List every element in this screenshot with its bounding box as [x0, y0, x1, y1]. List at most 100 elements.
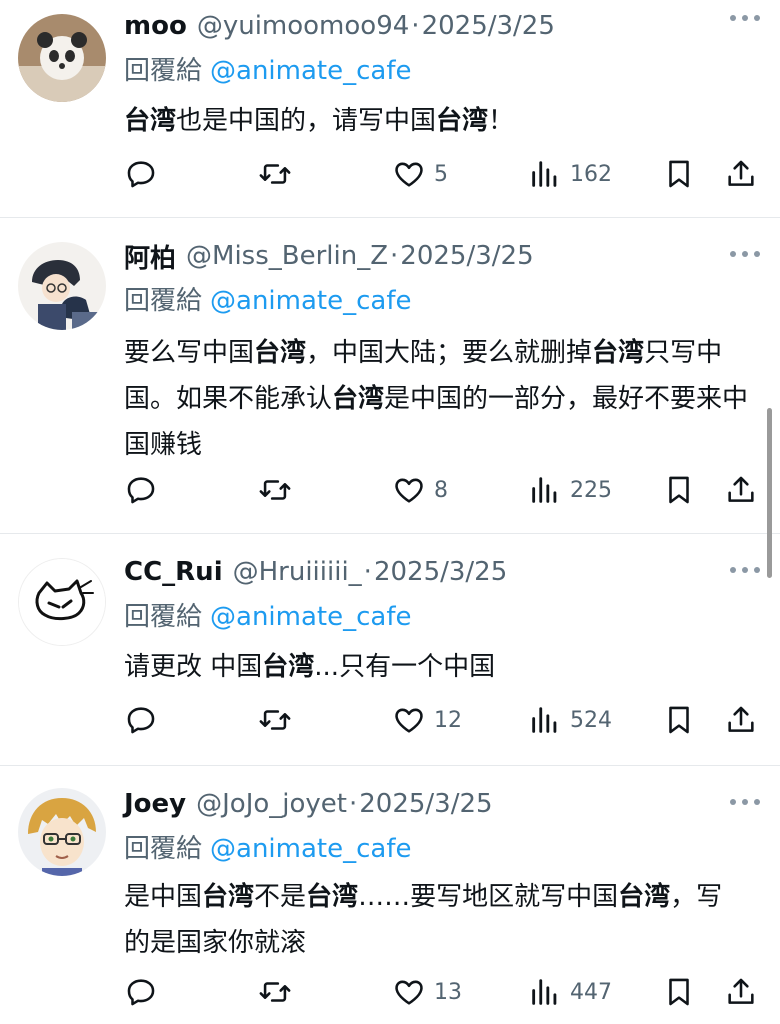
- tweet[interactable]: 阿柏 @Miss_Berlin_Z · 2025/3/25 回覆給 @animat…: [0, 218, 780, 534]
- highlighted-keyword: 台湾: [202, 882, 255, 912]
- user-handle[interactable]: @Miss_Berlin_Z: [186, 241, 388, 271]
- reply-button[interactable]: [124, 470, 158, 510]
- bookmark-icon: [669, 160, 689, 188]
- separator-dot: ·: [411, 11, 420, 41]
- highlighted-keyword: 台湾: [618, 882, 671, 912]
- share-button[interactable]: [724, 972, 758, 1012]
- bookmark-button[interactable]: [662, 154, 696, 194]
- text-segment: 也是中国的，请写中国: [176, 106, 437, 136]
- text-segment: ……要写地区就写中国: [358, 882, 619, 912]
- share-button[interactable]: [724, 154, 758, 194]
- text-segment: 不是: [254, 882, 307, 912]
- views-button[interactable]: 447: [528, 972, 612, 1012]
- post-date[interactable]: 2025/3/25: [359, 789, 492, 819]
- like-button[interactable]: 8: [392, 470, 448, 510]
- post-date[interactable]: 2025/3/25: [400, 241, 533, 271]
- separator-dot: ·: [348, 789, 358, 819]
- repost-icon: [259, 480, 291, 500]
- reply-button[interactable]: [124, 972, 158, 1012]
- reply-icon: [127, 161, 155, 188]
- repost-button[interactable]: [258, 470, 292, 510]
- share-button[interactable]: [724, 700, 758, 740]
- tweet[interactable]: Joey @JoJo_joyet · 2025/3/25 回覆給 @animate…: [0, 766, 780, 1024]
- reply-context: 回覆給 @animate_cafe: [124, 596, 411, 633]
- repost-button[interactable]: [258, 700, 292, 740]
- reply-to-link[interactable]: @animate_cafe: [210, 286, 411, 316]
- repost-icon: [259, 164, 291, 184]
- text-segment: ！: [488, 106, 515, 136]
- highlighted-keyword: 台湾: [332, 384, 385, 414]
- action-bar: 13 447: [124, 972, 760, 1012]
- view-count: 524: [570, 707, 612, 733]
- views-chart-icon: [532, 707, 557, 733]
- text-segment: ...只有一个中国: [314, 652, 496, 682]
- like-button[interactable]: 5: [392, 154, 448, 194]
- tweet-text: 要么写中国台湾，中国大陆；要么就删掉台湾只写中国。如果不能承认台湾是中国的一部分…: [124, 330, 760, 468]
- views-button[interactable]: 225: [528, 470, 612, 510]
- highlighted-keyword: 台湾: [306, 882, 359, 912]
- views-chart-icon: [532, 979, 557, 1005]
- display-name[interactable]: Joey: [124, 789, 186, 819]
- reply-to-link[interactable]: @animate_cafe: [210, 834, 411, 864]
- separator-dot: ·: [390, 241, 399, 271]
- tweet-text: 台湾也是中国的，请写中国台湾！: [124, 98, 764, 144]
- views-button[interactable]: 524: [528, 700, 612, 740]
- reply-button[interactable]: [124, 154, 158, 194]
- heart-icon: [395, 478, 423, 503]
- bookmark-button[interactable]: [662, 700, 696, 740]
- like-count: 8: [434, 477, 448, 503]
- repost-icon: [259, 982, 291, 1002]
- like-count: 13: [434, 979, 462, 1005]
- reply-button[interactable]: [124, 700, 158, 740]
- reply-prefix: 回覆給: [124, 56, 203, 86]
- more-options-icon[interactable]: [730, 792, 760, 812]
- view-count: 225: [570, 477, 612, 503]
- bookmark-button[interactable]: [662, 972, 696, 1012]
- share-icon: [728, 160, 754, 186]
- text-segment: 请更改 中国: [124, 652, 263, 682]
- more-options-icon[interactable]: [730, 244, 760, 264]
- scrollbar[interactable]: [767, 408, 772, 578]
- user-handle[interactable]: @yuimoomoo94: [197, 11, 409, 41]
- share-button[interactable]: [724, 470, 758, 510]
- heart-icon: [395, 980, 423, 1005]
- like-button[interactable]: 12: [392, 700, 462, 740]
- text-segment: ，中国大陆；要么就删掉: [306, 338, 593, 368]
- avatar[interactable]: [18, 14, 106, 102]
- separator-dot: ·: [363, 557, 372, 587]
- more-options-icon[interactable]: [730, 8, 760, 28]
- reply-context: 回覆給 @animate_cafe: [124, 50, 411, 87]
- repost-button[interactable]: [258, 972, 292, 1012]
- anime-boy-glasses-avatar-icon: [18, 788, 106, 876]
- bookmark-icon: [669, 476, 689, 504]
- tweet[interactable]: moo @yuimoomoo94 · 2025/3/25 回覆給 @animate…: [0, 0, 780, 218]
- display-name[interactable]: CC_Rui: [124, 557, 223, 587]
- like-count: 5: [434, 161, 448, 187]
- bookmark-button[interactable]: [662, 470, 696, 510]
- post-date[interactable]: 2025/3/25: [374, 557, 507, 587]
- display-name[interactable]: 阿柏: [124, 238, 176, 275]
- avatar[interactable]: [18, 788, 106, 876]
- reply-to-link[interactable]: @animate_cafe: [210, 602, 411, 632]
- bookmark-icon: [669, 978, 689, 1006]
- action-bar: 5 162: [124, 154, 760, 194]
- user-handle[interactable]: @Hruiiiiii_: [233, 557, 362, 587]
- repost-button[interactable]: [258, 154, 292, 194]
- like-count: 12: [434, 707, 462, 733]
- like-button[interactable]: 13: [392, 972, 462, 1012]
- reply-context: 回覆給 @animate_cafe: [124, 828, 411, 865]
- share-icon: [728, 476, 754, 502]
- share-icon: [728, 706, 754, 732]
- reply-to-link[interactable]: @animate_cafe: [210, 56, 411, 86]
- user-handle[interactable]: @JoJo_joyet: [196, 789, 347, 819]
- reply-context: 回覆給 @animate_cafe: [124, 280, 411, 317]
- panda-figure-avatar-icon: [18, 14, 106, 102]
- views-button[interactable]: 162: [528, 154, 612, 194]
- views-chart-icon: [532, 161, 557, 187]
- display-name[interactable]: moo: [124, 11, 187, 41]
- more-options-icon[interactable]: [730, 560, 760, 580]
- avatar[interactable]: [18, 242, 106, 330]
- post-date[interactable]: 2025/3/25: [422, 11, 555, 41]
- tweet[interactable]: CC_Rui @Hruiiiiii_ · 2025/3/25 回覆給 @anima…: [0, 534, 780, 766]
- avatar[interactable]: [18, 558, 106, 646]
